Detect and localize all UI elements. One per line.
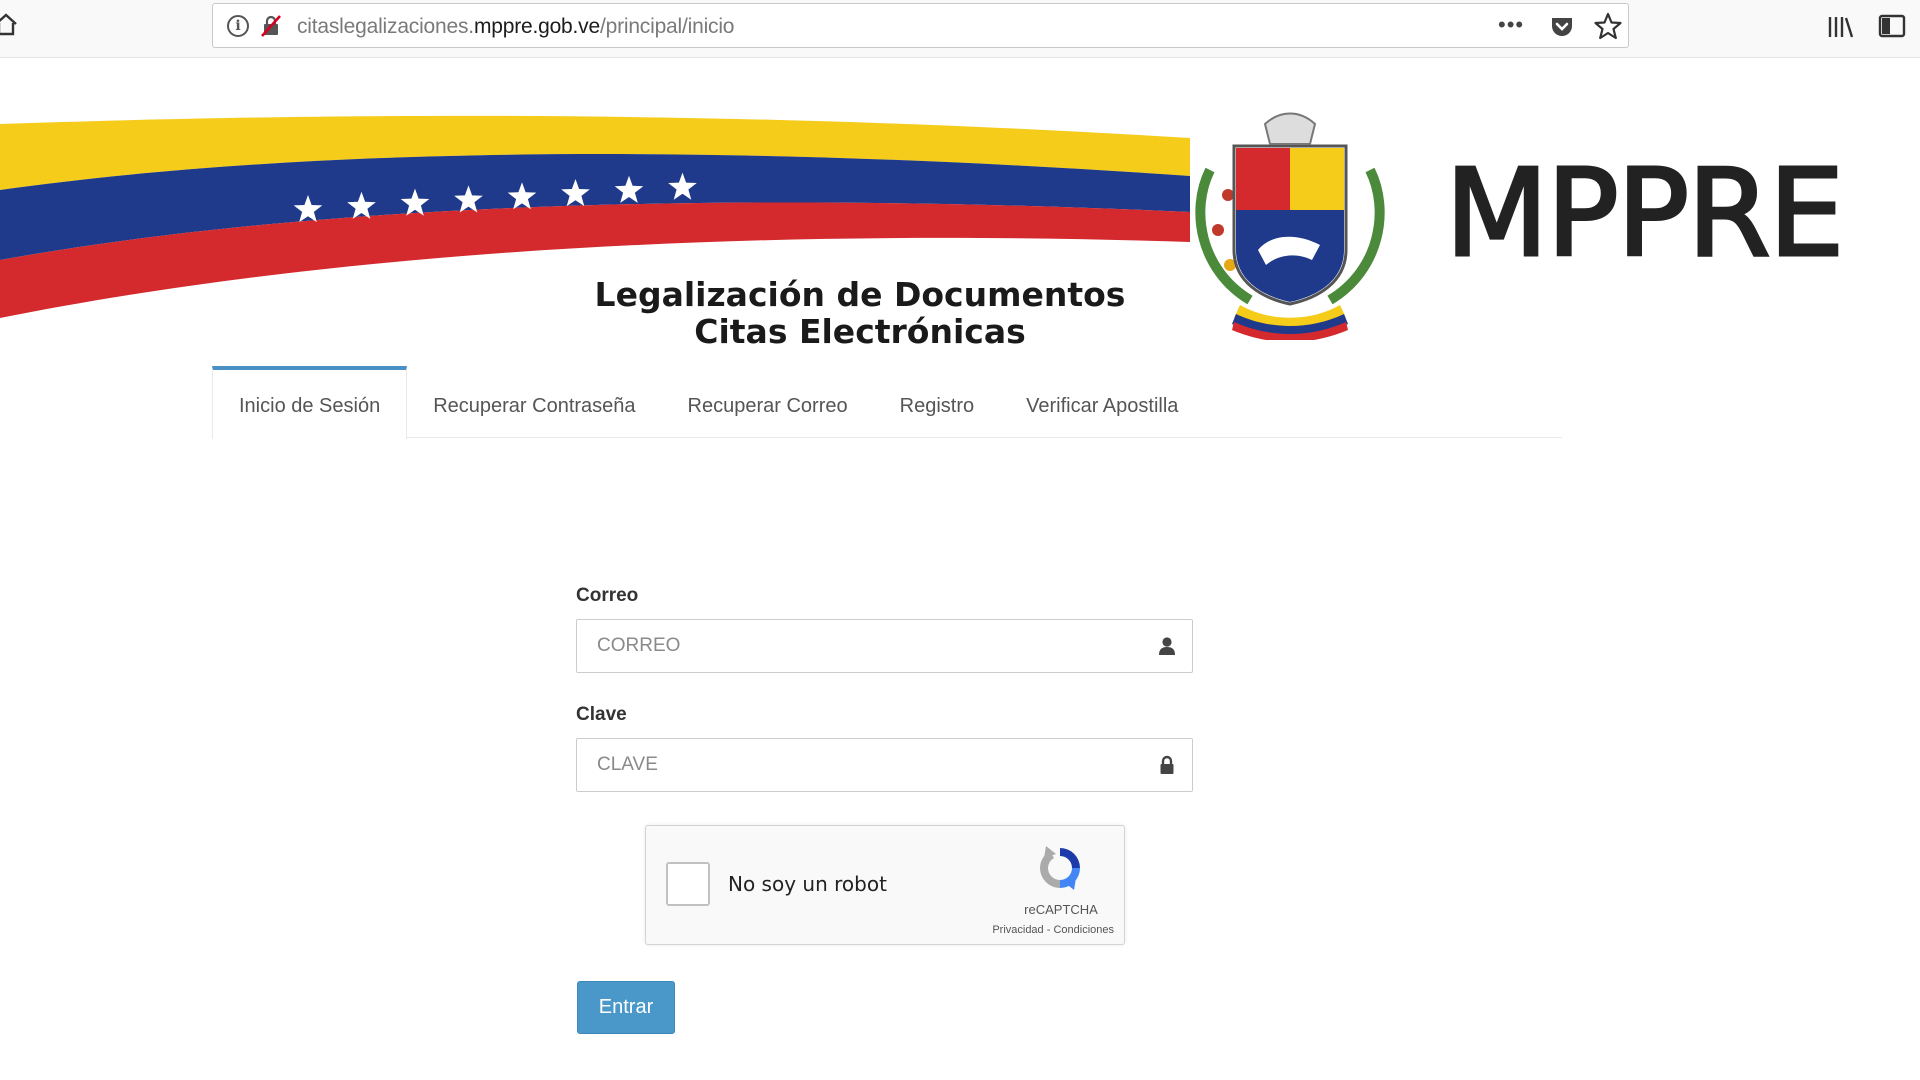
url-path: /principal/inicio <box>599 15 735 38</box>
url-domain: mppre.gob.ve <box>473 15 600 38</box>
submit-button[interactable]: Entrar <box>577 981 675 1034</box>
lock-icon <box>1160 755 1174 774</box>
password-field-wrap <box>576 738 1193 792</box>
recaptcha-privacy-link[interactable]: Privacidad <box>992 924 1043 936</box>
page-title: Legalización de Documentos Citas Electró… <box>560 276 1160 350</box>
tab-registro[interactable]: Registro <box>874 366 1000 438</box>
browser-toolbar: i citaslegalizaciones.mppre.gob.ve/princ… <box>0 0 1920 58</box>
email-field-wrap <box>576 619 1193 673</box>
header-banner: Legalización de Documentos Citas Electró… <box>0 58 1920 358</box>
recaptcha-links: Privacidad - Condiciones <box>946 924 1114 936</box>
more-actions-icon[interactable]: ••• <box>1498 12 1524 38</box>
pocket-icon[interactable] <box>1549 14 1575 40</box>
recaptcha-brand: reCAPTCHA <box>1024 902 1098 917</box>
tab-recuperar-contrasena[interactable]: Recuperar Contraseña <box>407 366 661 438</box>
title-line-1: Legalización de Documentos <box>594 275 1126 314</box>
recaptcha-label: No soy un robot <box>728 872 887 896</box>
nav-tabs: Inicio de Sesión Recuperar Contraseña Re… <box>212 366 1562 439</box>
password-label: Clave <box>576 704 627 725</box>
email-label: Correo <box>576 585 639 606</box>
recaptcha-link-separator: - <box>1043 924 1054 936</box>
recaptcha-checkbox[interactable] <box>666 862 710 906</box>
recaptcha-logo-icon <box>1040 846 1080 890</box>
recaptcha-terms-link[interactable]: Condiciones <box>1053 924 1114 936</box>
insecure-lock-icon[interactable] <box>259 14 283 38</box>
coat-of-arms-logo <box>1195 112 1385 340</box>
sidebar-icon[interactable] <box>1878 13 1906 39</box>
address-bar[interactable]: i citaslegalizaciones.mppre.gob.ve/princ… <box>212 3 1629 48</box>
user-icon <box>1159 637 1175 655</box>
login-form: Correo Clave <box>576 585 1193 792</box>
tab-inicio-sesion[interactable]: Inicio de Sesión <box>212 366 408 439</box>
url-prefix: citaslegalizaciones. <box>297 15 474 38</box>
password-field[interactable] <box>577 739 1137 791</box>
tab-verificar-apostilla[interactable]: Verificar Apostilla <box>1000 366 1204 438</box>
url-text[interactable]: citaslegalizaciones.mppre.gob.ve/princip… <box>297 15 734 39</box>
title-line-2: Citas Electrónicas <box>694 312 1026 351</box>
recaptcha-widget: No soy un robot reCAPTCHA Privacidad - C… <box>645 825 1125 945</box>
library-icon[interactable] <box>1826 14 1854 40</box>
home-icon[interactable] <box>0 12 18 38</box>
email-field[interactable] <box>577 620 1137 672</box>
info-icon[interactable]: i <box>227 15 249 37</box>
brand-logo: MPPRE <box>1443 145 1845 284</box>
bookmark-star-icon[interactable] <box>1594 12 1622 40</box>
tab-recuperar-correo[interactable]: Recuperar Correo <box>662 366 874 438</box>
